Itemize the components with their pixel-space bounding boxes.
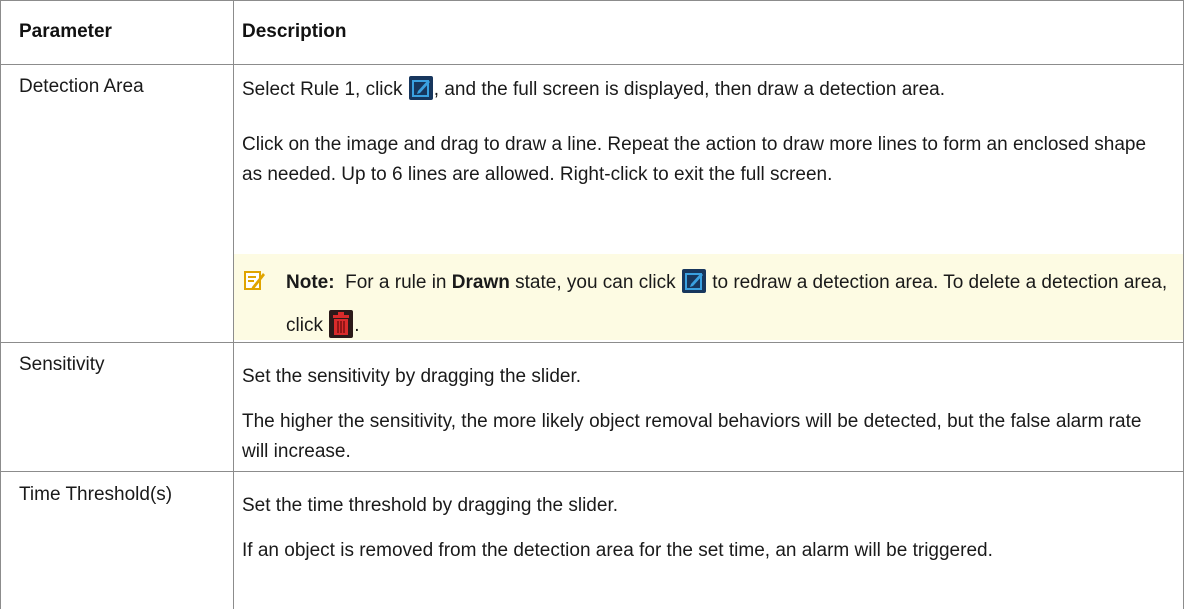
row-sensitivity-parameter: Sensitivity — [19, 354, 105, 375]
row-time-threshold-para2: If an object is removed from the detecti… — [242, 540, 993, 561]
row-sensitivity-para1: Set the sensitivity by dragging the slid… — [242, 366, 582, 387]
row-detection-area-para1: Select Rule 1, click , and the full scre… — [242, 75, 1166, 105]
note-pencil-icon — [244, 269, 266, 291]
table-border-top — [0, 0, 1184, 1]
trash-icon — [329, 310, 354, 338]
header-divider — [0, 64, 1184, 65]
edit-icon — [408, 76, 433, 100]
row-divider — [0, 471, 1184, 472]
header-parameter: Parameter — [19, 21, 112, 42]
row-sensitivity-para2: The higher the sensitivity, the more lik… — [242, 411, 1142, 462]
row-detection-area-parameter: Detection Area — [19, 76, 144, 97]
row-time-threshold-parameter: Time Threshold(s) — [19, 484, 173, 505]
edit-icon — [681, 269, 706, 293]
table-border-left — [0, 0, 1, 609]
row-time-threshold-para1: Set the time threshold by dragging the s… — [242, 495, 619, 516]
header-description: Description — [242, 21, 347, 42]
note-text: Note: For a rule in Drawn state, you can… — [286, 261, 1171, 347]
parameter-table: Parameter Description Detection Area Sel… — [0, 0, 1184, 609]
note-box: Note: For a rule in Drawn state, you can… — [234, 254, 1183, 340]
row-detection-area-para2: Click on the image and drag to draw a li… — [242, 134, 1147, 185]
